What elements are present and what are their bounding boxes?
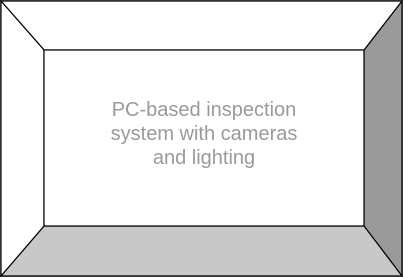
bottom-bevel: [0, 225, 404, 277]
diagram-canvas: PC-based inspection system with cameras …: [0, 0, 404, 277]
box-label: PC-based inspection system with cameras …: [110, 99, 298, 169]
top-bevel: [0, 0, 404, 51]
